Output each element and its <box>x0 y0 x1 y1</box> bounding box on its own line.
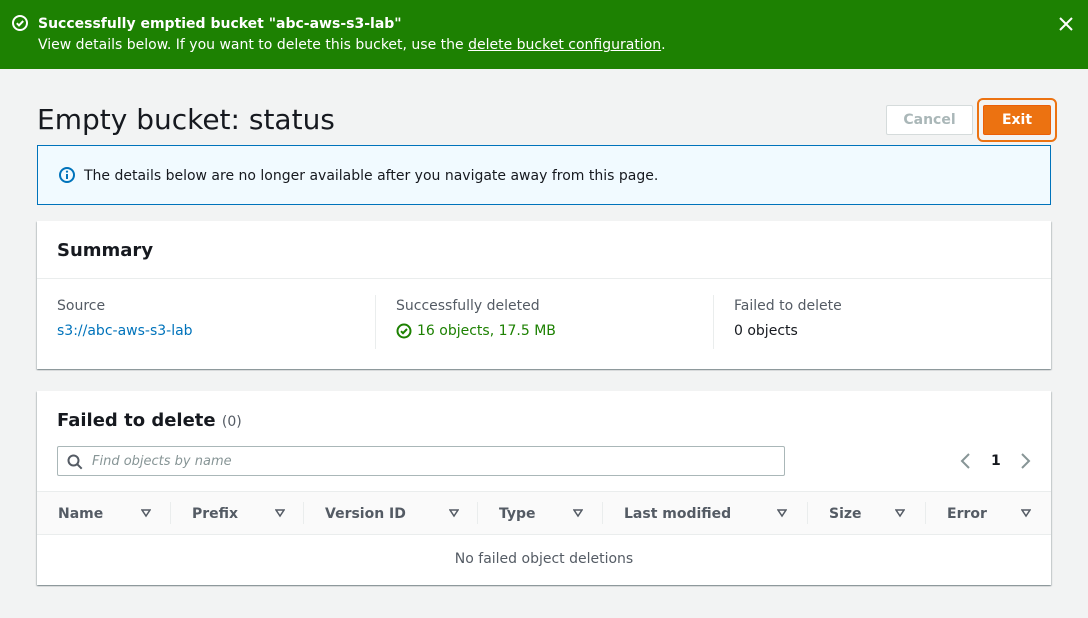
chevron-right-icon[interactable] <box>1018 452 1032 470</box>
column-header-prefix[interactable]: Prefix <box>171 492 304 534</box>
sort-icon[interactable] <box>449 508 459 518</box>
search-box <box>57 446 785 476</box>
summary-container: Summary Source s3://abc-aws-s3-lab Succe… <box>37 221 1051 369</box>
source-label: Source <box>57 298 106 314</box>
info-alert-text: The details below are no longer availabl… <box>84 168 659 184</box>
column-divider <box>375 295 376 349</box>
search-icon <box>67 454 83 470</box>
column-label: Last modified <box>624 506 732 522</box>
column-header-error[interactable]: Error <box>926 492 1051 534</box>
column-header-last-modified[interactable]: Last modified <box>603 492 808 534</box>
flash-message-text: View details below. If you want to delet… <box>38 37 464 53</box>
exit-button[interactable]: Exit <box>983 105 1051 135</box>
flash-title: Successfully emptied bucket "abc-aws-s3-… <box>38 16 402 32</box>
failed-table-title-text: Failed to delete <box>57 410 216 431</box>
column-label: Size <box>829 506 862 522</box>
failed-value: 0 objects <box>734 323 798 339</box>
cancel-button: Cancel <box>886 105 973 135</box>
chevron-left-icon[interactable] <box>959 452 973 470</box>
info-alert: The details below are no longer availabl… <box>37 145 1051 205</box>
success-check-icon <box>396 323 412 339</box>
failed-to-delete-container: Failed to delete (0) 1 Name Prefix Versi… <box>37 391 1051 585</box>
empty-table-message: No failed object deletions <box>454 551 634 567</box>
check-circle-icon <box>12 15 28 31</box>
deleted-value: 16 objects, 17.5 MB <box>396 322 556 340</box>
info-icon <box>59 167 75 183</box>
sort-icon[interactable] <box>1021 508 1031 518</box>
column-header-name[interactable]: Name <box>37 492 171 534</box>
success-flash-banner: Successfully emptied bucket "abc-aws-s3-… <box>0 0 1088 69</box>
column-header-type[interactable]: Type <box>478 492 603 534</box>
sort-icon[interactable] <box>275 508 285 518</box>
column-label: Version ID <box>325 506 406 522</box>
failed-count: (0) <box>221 414 242 430</box>
flash-message: View details below. If you want to delet… <box>38 36 666 54</box>
table-header: Name Prefix Version ID Type Last modifie… <box>37 491 1051 535</box>
failed-label: Failed to delete <box>734 298 842 314</box>
failed-column: Failed to delete 0 objects <box>734 297 842 340</box>
sort-icon[interactable] <box>777 508 787 518</box>
deleted-column: Successfully deleted 16 objects, 17.5 MB <box>396 297 556 340</box>
delete-bucket-configuration-link[interactable]: delete bucket configuration <box>468 37 661 53</box>
close-icon[interactable] <box>1058 16 1074 32</box>
column-label: Name <box>58 506 104 522</box>
column-header-version-id[interactable]: Version ID <box>304 492 478 534</box>
column-label: Prefix <box>192 506 239 522</box>
flash-message-suffix: . <box>661 37 666 53</box>
sort-icon[interactable] <box>573 508 583 518</box>
column-divider <box>713 295 714 349</box>
failed-table-title: Failed to delete (0) <box>57 410 242 433</box>
source-link[interactable]: s3://abc-aws-s3-lab <box>57 322 193 340</box>
sort-icon[interactable] <box>141 508 151 518</box>
deleted-value-text: 16 objects, 17.5 MB <box>417 323 556 339</box>
summary-header: Summary <box>37 221 1051 279</box>
column-label: Type <box>499 506 536 522</box>
summary-title: Summary <box>57 240 154 261</box>
column-label: Error <box>947 506 987 522</box>
page-number[interactable]: 1 <box>991 452 1001 470</box>
search-input[interactable] <box>92 447 772 475</box>
source-column: Source s3://abc-aws-s3-lab <box>57 297 193 340</box>
sort-icon[interactable] <box>895 508 905 518</box>
column-header-size[interactable]: Size <box>808 492 926 534</box>
page-title: Empty bucket: status <box>37 103 335 136</box>
deleted-label: Successfully deleted <box>396 298 540 314</box>
